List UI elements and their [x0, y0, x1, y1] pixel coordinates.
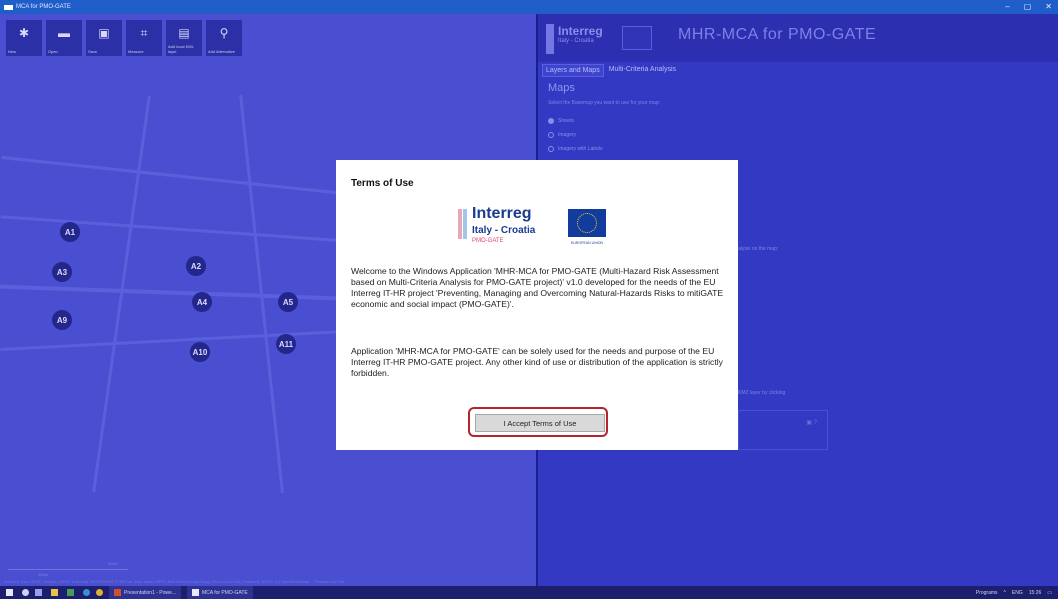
browser-icon [83, 589, 90, 596]
notification-icon[interactable]: ▭ [1047, 590, 1052, 596]
taskbar-app-powerpoint[interactable]: Presentation1 - Powe... [109, 586, 181, 599]
layer-box: ▣ ? [738, 410, 828, 450]
interreg-pmo-gate-logo: Interreg Italy - Croatia PMO-GATE EUROPE… [458, 205, 618, 253]
windows-icon [6, 589, 13, 596]
new-button[interactable]: ✱ New [6, 20, 42, 56]
save-button[interactable]: ▣ Save [86, 20, 122, 56]
app-title: MHR-MCA for PMO-GATE [678, 26, 877, 43]
file-explorer-button[interactable] [51, 586, 61, 599]
map-road [92, 95, 151, 493]
window-controls: – ▢ ✕ [1005, 2, 1052, 11]
folder-icon [51, 589, 58, 596]
chrome-button[interactable] [96, 586, 103, 599]
folder-icon: ▬ [58, 26, 70, 40]
clock[interactable]: 15:26 [1029, 590, 1042, 596]
app-icon [67, 589, 74, 596]
window-title: MCA for PMO-GATE [16, 4, 71, 10]
terms-paragraph: Welcome to the Windows Application 'MHR-… [351, 266, 724, 309]
button-highlight [468, 407, 608, 437]
chevron-up-icon[interactable]: ^ [1004, 590, 1006, 596]
side-text: alysis on the map: [738, 246, 779, 252]
basemap-imagery-labels[interactable]: Imagery with Labels [548, 146, 602, 152]
eu-flag-icon [622, 26, 652, 50]
app-icon [191, 589, 199, 596]
map-scale-bar: 400m 100m [8, 561, 128, 577]
task-view-icon [35, 589, 42, 596]
map-marker[interactable]: A3 [52, 262, 72, 282]
dialog-title: Terms of Use [351, 178, 414, 189]
section-title: Maps [548, 82, 575, 94]
maximize-button[interactable]: ▢ [1024, 2, 1032, 11]
main-toolbar: ✱ New ▬ Open ▣ Save ⌗ Measure ▤ Add loca… [6, 20, 242, 56]
system-tray: Programs ^ ENG 15:26 ▭ [976, 586, 1052, 599]
language-indicator[interactable]: ENG [1012, 590, 1023, 596]
add-kml-layer-button[interactable]: ▤ Add local KML layer [166, 20, 202, 56]
search-button[interactable] [22, 586, 29, 599]
map-marker[interactable]: A10 [190, 342, 210, 362]
box-icon: ▣ ? [806, 420, 817, 426]
minimize-button[interactable]: – [1005, 2, 1009, 11]
interreg-logo: Interreg Italy - Croatia [546, 22, 666, 58]
chrome-icon [96, 589, 103, 596]
scale-label: 400m [108, 561, 119, 566]
powerpoint-icon [114, 589, 121, 596]
map-attribution: Sources: Esri, HERE, Garmin, USGS, Inter… [4, 579, 344, 584]
basemap-streets[interactable]: Streets [548, 118, 602, 124]
task-view-button[interactable] [35, 586, 45, 599]
map-marker[interactable]: A4 [192, 292, 212, 312]
terms-paragraph: Application 'MHR-MCA for PMO-GATE' can b… [351, 346, 723, 378]
tray-programs[interactable]: Programs [976, 590, 998, 596]
scale-label: 100m [38, 572, 49, 577]
tab-multi-criteria-analysis[interactable]: Multi-Criteria Analysis [606, 64, 679, 77]
measure-button[interactable]: ⌗ Measure [126, 20, 162, 56]
close-button[interactable]: ✕ [1045, 2, 1052, 11]
new-icon: ✱ [18, 26, 30, 40]
map-marker[interactable]: A1 [60, 222, 80, 242]
radio-selected-icon [548, 118, 554, 124]
panel-header: Interreg Italy - Croatia MHR-MCA for PMO… [538, 14, 1058, 62]
kml-layer-icon: ▤ [178, 26, 190, 40]
radio-icon [548, 132, 554, 138]
taskbar-app-mca[interactable]: MCA for PMO-GATE [186, 586, 253, 599]
basemap-imagery[interactable]: Imagery [548, 132, 602, 138]
map-marker[interactable]: A11 [276, 334, 296, 354]
taskbar: Presentation1 - Powe... MCA for PMO-GATE… [0, 586, 1058, 599]
browser-button[interactable] [83, 586, 90, 599]
section-description: Select the Basemap you want to use for y… [548, 100, 661, 106]
add-alternative-button[interactable]: ⚲ Add Alternative [206, 20, 242, 56]
map-marker[interactable]: A2 [186, 256, 206, 276]
radio-icon [548, 146, 554, 152]
search-icon [22, 589, 29, 596]
tab-layers-and-maps[interactable]: Layers and Maps [542, 64, 604, 77]
basemap-options: Streets Imagery Imagery with Labels [548, 118, 602, 152]
save-icon: ▣ [98, 26, 110, 40]
window-titlebar: MCA for PMO-GATE – ▢ ✕ [0, 0, 1058, 14]
open-button[interactable]: ▬ Open [46, 20, 82, 56]
eu-flag-icon: EUROPEAN UNION [568, 209, 606, 245]
map-marker[interactable]: A5 [278, 292, 298, 312]
map-marker[interactable]: A9 [52, 310, 72, 330]
location-pin-icon: ⚲ [219, 26, 229, 40]
app-button[interactable] [67, 586, 77, 599]
app-icon [4, 4, 13, 10]
side-text: KMZ layer by clicking [738, 390, 786, 396]
crop-icon: ⌗ [140, 26, 148, 40]
start-button[interactable] [6, 586, 16, 599]
panel-tabs: Layers and Maps Multi-Criteria Analysis [542, 64, 679, 77]
